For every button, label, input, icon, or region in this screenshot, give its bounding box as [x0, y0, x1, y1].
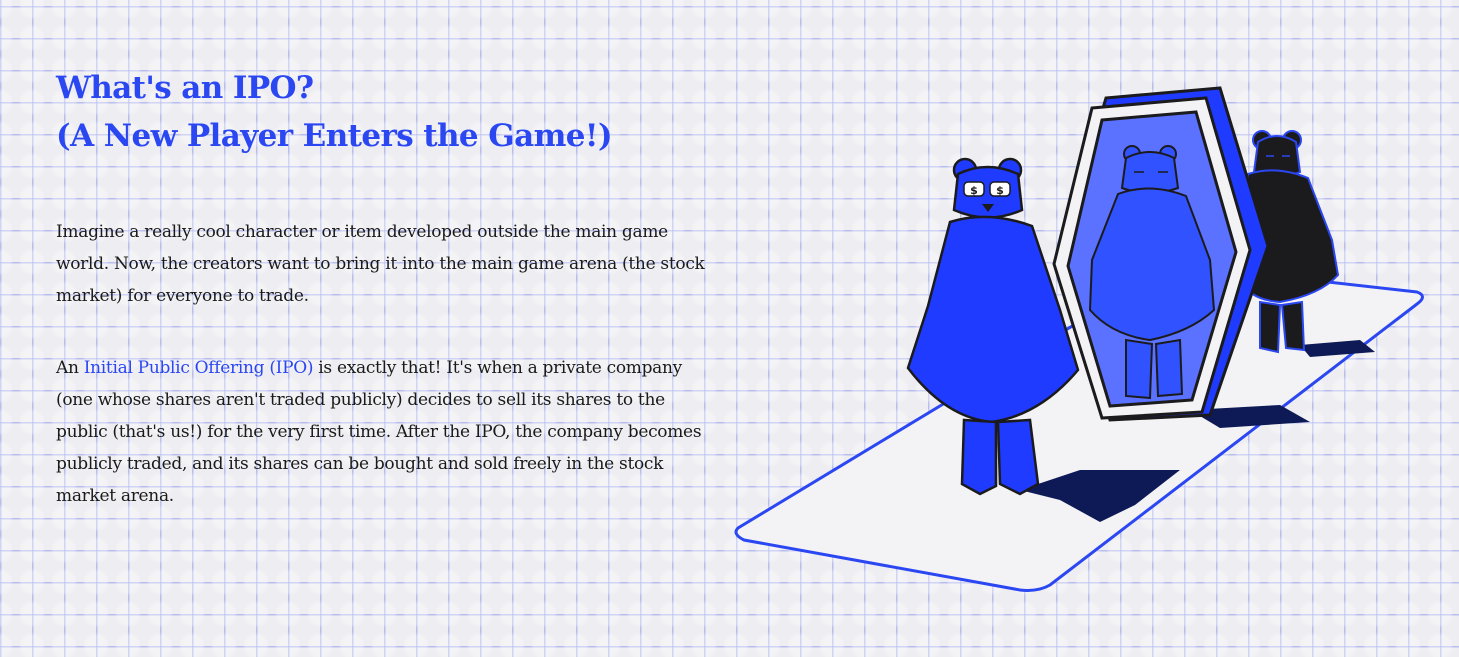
left-dollar-sign: $ — [970, 184, 978, 197]
paragraph-suffix: is exactly that! It's when a private com… — [56, 358, 702, 506]
paragraph-prefix: An — [56, 358, 84, 378]
right-dollar-sign: $ — [996, 184, 1004, 197]
ipo-glossary-link[interactable]: Initial Public Offering (IPO) — [84, 358, 314, 378]
ipo-illustration: $ $ — [734, 86, 1424, 592]
intro-paragraph: Imagine a really cool character or item … — [56, 222, 705, 306]
title-line-2: (A New Player Enters the Game!) — [56, 118, 613, 154]
ipo-definition-paragraph: An Initial Public Offering (IPO) is exac… — [56, 352, 706, 512]
ipo-section: What's an IPO? (A New Player Enters the … — [56, 64, 706, 512]
title-line-1: What's an IPO? — [56, 70, 314, 106]
page-title: What's an IPO? (A New Player Enters the … — [56, 64, 706, 160]
